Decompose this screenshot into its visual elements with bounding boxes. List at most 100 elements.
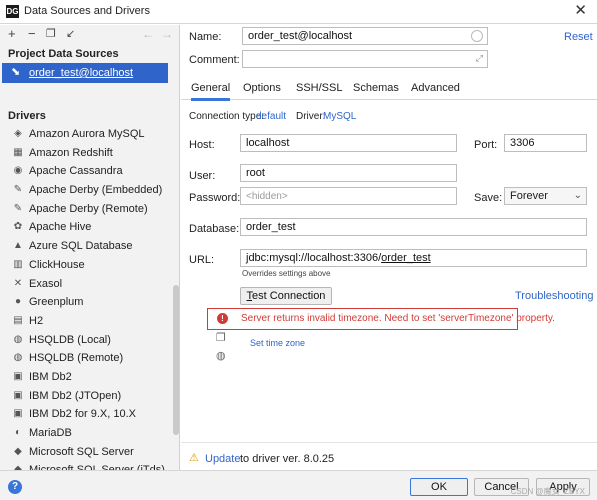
connection-type-link[interactable]: default [256, 111, 286, 122]
driver-label: Driver: [296, 111, 326, 122]
comment-label: Comment: [189, 54, 240, 66]
reset-link[interactable]: Reset [564, 31, 593, 43]
back-icon[interactable]: ← [142, 26, 154, 42]
chevron-down-icon: ⌄ [573, 190, 582, 201]
driver-item-label: Greenplum [29, 296, 84, 309]
driver-item[interactable]: ▣ IBM Db2 [0, 368, 175, 387]
greenplum-icon: ● [14, 296, 22, 308]
set-time-zone-link[interactable]: Set time zone [250, 338, 305, 348]
ok-button[interactable]: OK [410, 478, 468, 496]
host-label: Host: [189, 139, 215, 151]
color-picker-icon[interactable] [471, 30, 483, 42]
sidebar-scrollbar[interactable] [173, 285, 179, 435]
forward-icon[interactable]: → [161, 26, 173, 42]
driver-item-label: Amazon Redshift [29, 146, 113, 159]
driver-item[interactable]: ● Greenplum [0, 293, 175, 312]
globe-icon[interactable]: ◍ [216, 349, 226, 362]
driver-item-label: IBM Db2 [29, 370, 72, 383]
driver-item[interactable]: ▦ Amazon Redshift [0, 144, 175, 163]
duplicate-icon[interactable]: ❐ [46, 26, 56, 42]
driver-item[interactable]: ◆ Microsoft SQL Server [0, 443, 175, 462]
name-label: Name: [189, 31, 222, 43]
driver-item[interactable]: ◉ Apache Cassandra [0, 162, 175, 181]
tab-advanced[interactable]: Advanced [411, 82, 460, 94]
driver-item[interactable]: ◈ Amazon Aurora MySQL [0, 125, 175, 144]
password-input[interactable]: <hidden> [240, 187, 457, 205]
clickhouse-icon: ▥ [13, 258, 23, 270]
sidebar-toolbar: + − ❐ ↙ ← → [0, 25, 179, 45]
add-icon[interactable]: + [8, 26, 16, 42]
save-select-value: Forever [510, 190, 548, 202]
driver-item[interactable]: ◍ HSQLDB (Local) [0, 331, 175, 350]
mysql-icon: ⬊ [11, 66, 21, 78]
tab-ssh-ssl[interactable]: SSH/SSL [296, 82, 342, 94]
save-select[interactable]: Forever ⌄ [504, 187, 587, 205]
driver-item-label: Apache Derby (Remote) [29, 202, 148, 215]
move-to-group-icon[interactable]: ↙ [66, 26, 75, 42]
driver-item[interactable]: ✎ Apache Derby (Remote) [0, 200, 175, 219]
driver-item-label: ClickHouse [29, 258, 85, 271]
sidebar: + − ❐ ↙ ← → Project Data Sources ⬊ order… [0, 25, 180, 470]
mariadb-icon: ◐ [14, 427, 22, 438]
warning-icon: ⚠ [189, 452, 199, 464]
button-bar: ? OK Cancel Apply CSDN @魔女_ZBYX [0, 470, 597, 500]
mssql-icon: ◆ [14, 445, 22, 457]
help-icon[interactable]: ? [8, 480, 22, 494]
tab-options[interactable]: Options [243, 82, 281, 94]
derby-icon: ✎ [13, 202, 23, 214]
driver-item[interactable]: ◆Microsoft SQL Server (jTds) [0, 461, 175, 470]
ibm-icon: ▣ [13, 389, 23, 401]
update-link[interactable]: Update [205, 453, 240, 465]
comment-input[interactable]: ⤢ [242, 50, 488, 68]
error-message-box: ! Server returns invalid timezone. Need … [207, 308, 555, 330]
ibm-icon: ▣ [13, 370, 23, 382]
derby-icon: ✎ [13, 184, 23, 196]
close-icon[interactable]: ✕ [574, 3, 587, 19]
url-database: order_test [381, 252, 431, 264]
troubleshooting-link[interactable]: Troubleshooting [515, 290, 593, 302]
exasol-icon: ✕ [13, 277, 23, 289]
name-input-value: order_test@localhost [248, 30, 353, 42]
error-icon: ! [217, 313, 228, 324]
port-input[interactable]: 3306 [504, 134, 587, 152]
save-label: Save: [474, 192, 503, 204]
user-input[interactable]: root [240, 164, 457, 182]
error-message-text: Server returns invalid timezone. Need to… [241, 313, 555, 324]
driver-item[interactable]: ✎ Apache Derby (Embedded) [0, 181, 175, 200]
copy-icon[interactable]: ❐ [216, 331, 226, 344]
driver-item-label: MariaDB [29, 427, 72, 439]
drivers-list: ◈ Amazon Aurora MySQL ▦ Amazon Redshift ◉ Apa… [0, 125, 175, 470]
redshift-icon: ▦ [13, 146, 23, 158]
name-input[interactable]: order_test@localhost [242, 27, 488, 45]
driver-item[interactable]: ◍ HSQLDB (Remote) [0, 349, 175, 368]
url-input[interactable]: jdbc:mysql://localhost:3306/order_test [240, 249, 587, 267]
tab-general[interactable]: General [191, 82, 231, 101]
driver-item[interactable]: ▲ Azure SQL Database [0, 237, 175, 256]
project-item-label: order_test@localhost [29, 67, 134, 79]
remove-icon[interactable]: − [28, 26, 36, 42]
url-note: Overrides settings above [242, 269, 331, 278]
driver-item[interactable]: ▥ ClickHouse [0, 256, 175, 275]
driver-item[interactable]: ▣ IBM Db2 for 9.X, 10.X [0, 405, 175, 424]
watermark: CSDN @魔女_ZBYX [510, 487, 585, 496]
driver-item[interactable]: ▤ H2 [0, 312, 175, 331]
tab-schemas[interactable]: Schemas [353, 82, 399, 94]
ibm-icon: ▣ [13, 408, 23, 420]
project-data-sources-heading: Project Data Sources [8, 48, 119, 60]
url-prefix: jdbc:mysql://localhost:3306/ [246, 252, 382, 264]
aurora-icon: ◈ [14, 128, 22, 139]
driver-item-label: IBM Db2 for 9.X, 10.X [29, 408, 136, 421]
project-item-order-test[interactable]: ⬊ order_test@localhost [2, 63, 168, 83]
expand-icon[interactable]: ⤢ [476, 52, 483, 65]
driver-item[interactable]: ✿ Apache Hive [0, 218, 175, 237]
driver-link[interactable]: MySQL [323, 111, 356, 122]
database-label: Database: [189, 223, 240, 235]
driver-item-label: Exasol [29, 277, 63, 290]
driver-item-label: Apache Derby (Embedded) [29, 184, 163, 197]
driver-item[interactable]: ▣ IBM Db2 (JTOpen) [0, 387, 175, 406]
driver-item[interactable]: ✕ Exasol [0, 275, 175, 294]
database-input[interactable]: order_test [240, 218, 587, 236]
host-input[interactable]: localhost [240, 134, 457, 152]
test-connection-button[interactable]: Test Connection [240, 287, 332, 305]
driver-item[interactable]: ◐ MariaDB [0, 424, 175, 443]
